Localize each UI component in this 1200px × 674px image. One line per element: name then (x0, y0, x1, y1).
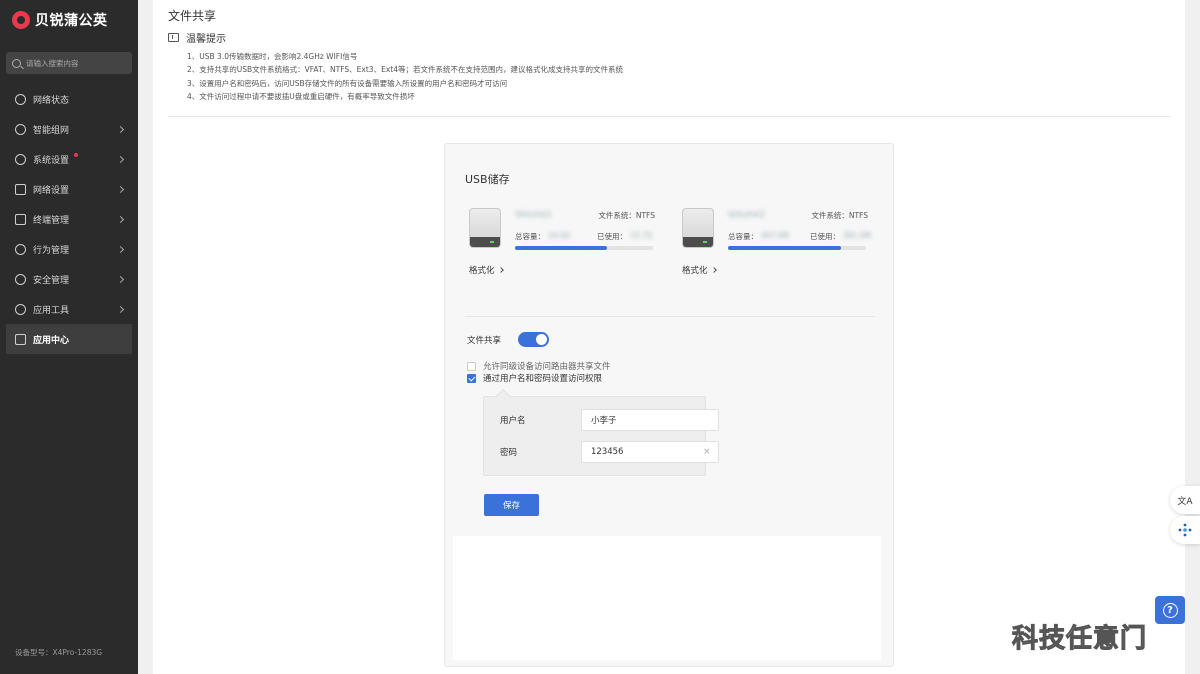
format-label: 格式化 (469, 266, 495, 276)
network-icon (15, 123, 26, 135)
sidebar-item-app-center[interactable]: 应用中心 (6, 324, 132, 354)
globe-icon (15, 93, 26, 105)
disk-card-1: Volume1 文件系统：NTFS 总容量： 24.0G 已使用： 15.7G … (465, 208, 655, 278)
behavior-icon (15, 243, 26, 255)
disk-usage-fill (728, 246, 842, 250)
brand-logo[interactable]: 贝锐蒲公英 (12, 10, 108, 30)
hard-drive-icon (682, 208, 714, 248)
tools-icon (15, 303, 26, 315)
terminal-icon (15, 213, 26, 225)
clear-icon[interactable]: × (703, 447, 711, 457)
sidebar: 贝锐蒲公英 网络状态 智能组网 系统设置 网络设置 终端管理 (0, 0, 138, 674)
disk-usage-bar (728, 246, 866, 250)
search-input[interactable] (26, 58, 126, 68)
translate-icon: 文A (1177, 496, 1193, 507)
info-icon (168, 33, 179, 42)
usb-storage-title: USB储存 (465, 173, 510, 186)
toggle-knob (536, 334, 548, 345)
translate-button[interactable]: 文A (1170, 486, 1200, 514)
password-input[interactable] (581, 441, 719, 463)
file-share-label: 文件共享 (467, 335, 502, 346)
chevron-right-icon (710, 267, 717, 273)
assistant-button[interactable] (1170, 516, 1200, 544)
sidebar-item-terminal-management[interactable]: 终端管理 (0, 204, 138, 234)
disk-usage-fill (515, 246, 608, 250)
main-content: 文件共享 温馨提示 1、USB 3.0传输数据时，会影响2.4GHz WIFI信… (153, 0, 1185, 674)
disk-total-value: 24.0G (548, 231, 571, 240)
auth-access-option[interactable]: 通过用户名和密码设置访问权限 (467, 372, 602, 384)
format-button[interactable]: 格式化 (682, 264, 717, 276)
drive-led (490, 241, 494, 243)
sidebar-item-network-status[interactable]: 网络状态 (0, 84, 138, 114)
password-label: 密码 (500, 448, 518, 458)
help-icon: ? (1162, 602, 1178, 618)
sidebar-search (6, 52, 132, 74)
file-share-row: 文件共享 (467, 332, 550, 347)
save-button[interactable]: 保存 (484, 494, 539, 516)
search-icon (12, 58, 21, 68)
sidebar-nav: 网络状态 智能组网 系统设置 网络设置 终端管理 行为管理 安全管理 应用工具 … (0, 84, 138, 354)
sidebar-item-security-management[interactable]: 安全管理 (0, 264, 138, 294)
sidebar-item-label: 网络状态 (33, 95, 70, 106)
disk-total-value: 467.0M (761, 231, 789, 240)
username-label: 用户名 (500, 416, 526, 426)
tip-list: 1、USB 3.0传输数据时，会影响2.4GHz WIFI信号 2、支持共享的U… (187, 50, 623, 103)
sidebar-item-smart-networking[interactable]: 智能组网 (0, 114, 138, 144)
sidebar-item-behavior-management[interactable]: 行为管理 (0, 234, 138, 264)
disk-filesystem: 文件系统：NTFS (811, 211, 868, 220)
grid-icon (15, 333, 26, 345)
panel-divider (465, 316, 875, 317)
disk-usage-bar (515, 246, 653, 250)
lan-access-label: 允许同级设备访问路由器共享文件 (483, 362, 611, 372)
auth-access-label: 通过用户名和密码设置访问权限 (483, 374, 603, 384)
drive-led (703, 241, 707, 243)
disk-used-label: 已使用： (810, 232, 840, 241)
tip-item: 2、支持共享的USB文件系统格式：VFAT、NTFS、Ext3、Ext4等；若文… (187, 65, 623, 75)
sliders-icon (15, 183, 26, 195)
usb-storage-panel: USB储存 Volume1 文件系统：NTFS 总容量： 24.0G 已使用： … (444, 143, 894, 667)
brand-logo-icon (12, 11, 30, 29)
brand-name: 贝锐蒲公英 (35, 13, 108, 29)
dots-grid-icon (1178, 523, 1192, 537)
tip-item: 1、USB 3.0传输数据时，会影响2.4GHz WIFI信号 (187, 52, 358, 61)
disk-used-label: 已使用： (597, 232, 627, 241)
sidebar-item-app-tools[interactable]: 应用工具 (0, 294, 138, 324)
username-input[interactable] (581, 409, 719, 431)
credentials-box: 用户名 密码 × (483, 396, 719, 476)
help-button[interactable]: ? (1155, 596, 1185, 624)
sidebar-item-system-settings[interactable]: 系统设置 (0, 144, 138, 174)
gear-icon (15, 153, 26, 165)
shield-icon (15, 273, 26, 285)
auth-access-checkbox[interactable] (467, 373, 476, 383)
tip-header: 温馨提示 (168, 30, 226, 45)
section-divider (168, 116, 1170, 117)
disk-total-label: 总容量： (728, 232, 758, 241)
tip-item: 3、设置用户名和密码后，访问USB存储文件的所有设备需要输入所设置的用户名和密码… (187, 78, 508, 88)
sidebar-item-network-settings[interactable]: 网络设置 (0, 174, 138, 204)
watermark: 科技任意门 (1011, 624, 1148, 655)
disk-total-label: 总容量： (515, 232, 545, 241)
tip-title: 温馨提示 (186, 34, 226, 45)
disk-used-value: 381.0M (843, 231, 871, 240)
disk-name: Volume1 (515, 210, 553, 220)
notification-dot (74, 153, 78, 157)
device-model: 设备型号：X4Pro-1283G (15, 648, 103, 657)
disk-name: Volume2 (728, 210, 766, 220)
disk-card-2: Volume2 文件系统：NTFS 总容量： 467.0M 已使用： 381.0… (678, 208, 871, 278)
lan-access-checkbox[interactable] (467, 361, 476, 371)
file-share-toggle[interactable] (518, 332, 550, 347)
chevron-right-icon (497, 267, 504, 273)
hard-drive-icon (469, 208, 501, 248)
disk-filesystem: 文件系统：NTFS (598, 211, 655, 220)
lan-access-option[interactable]: 允许同级设备访问路由器共享文件 (467, 360, 611, 372)
format-button[interactable]: 格式化 (469, 264, 504, 276)
disk-used-value: 15.7G (630, 231, 653, 240)
page-title: 文件共享 (168, 9, 217, 23)
format-label: 格式化 (682, 266, 708, 276)
panel-blank-area (453, 536, 881, 660)
sidebar-item-label: 应用中心 (33, 335, 70, 346)
tip-item: 4、文件访问过程中请不要拔插U盘或重启硬件，有概率导致文件损坏 (187, 91, 415, 101)
